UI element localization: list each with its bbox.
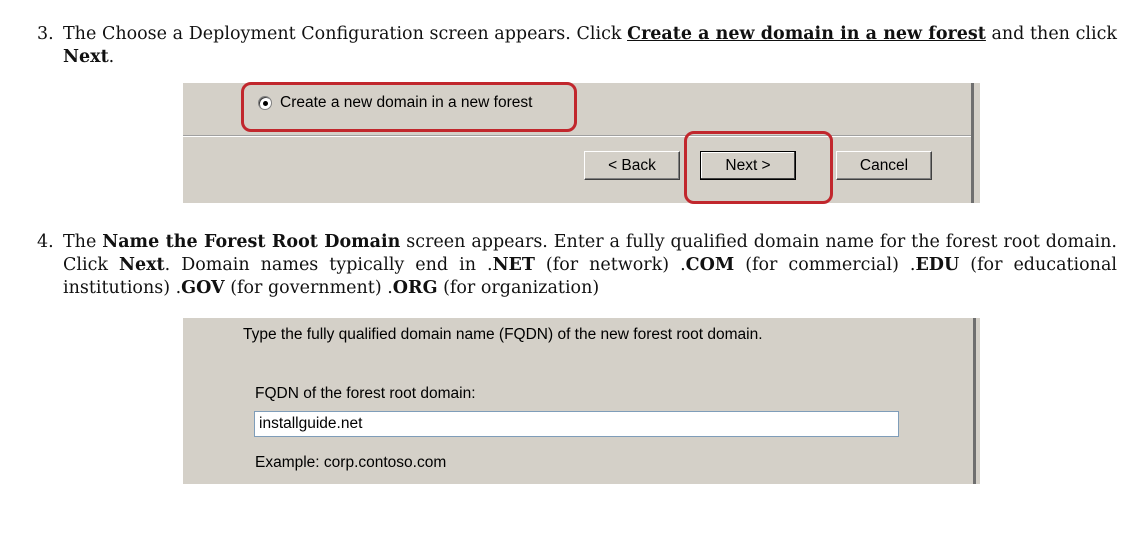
step-3: 3. The Choose a Deployment Configuration… (37, 23, 1117, 69)
radio-selected-dot (262, 100, 268, 106)
fqdn-input[interactable] (254, 411, 899, 437)
radio-new-forest[interactable]: Create a new domain in a new forest (258, 94, 532, 112)
next-button[interactable]: Next > (700, 151, 796, 180)
step-3-text: The Choose a Deployment Configuration sc… (63, 24, 1117, 67)
step-4: 4. The Name the Forest Root Domain scree… (37, 231, 1117, 300)
cancel-button[interactable]: Cancel (836, 151, 932, 180)
radio-new-forest-label: Create a new domain in a new forest (280, 94, 533, 111)
step-number: 3. (37, 24, 54, 44)
step-4-text: The Name the Forest Root Domain screen a… (63, 232, 1117, 298)
step-number: 4. (37, 232, 54, 252)
fqdn-label: FQDN of the forest root domain: (255, 385, 476, 402)
fqdn-description: Type the fully qualified domain name (FQ… (243, 326, 763, 343)
forest-root-domain-screenshot: Type the fully qualified domain name (FQ… (183, 318, 980, 484)
step-3-link-text: Create a new domain in a new forest (627, 24, 986, 44)
deployment-configuration-screenshot: Create a new domain in a new forest < Ba… (183, 83, 980, 203)
window-edge (971, 83, 974, 203)
separator-highlight (183, 136, 971, 137)
back-button[interactable]: < Back (584, 151, 680, 180)
window-edge (973, 318, 976, 484)
fqdn-example: Example: corp.contoso.com (255, 454, 447, 471)
radio-button-icon[interactable] (258, 96, 272, 110)
